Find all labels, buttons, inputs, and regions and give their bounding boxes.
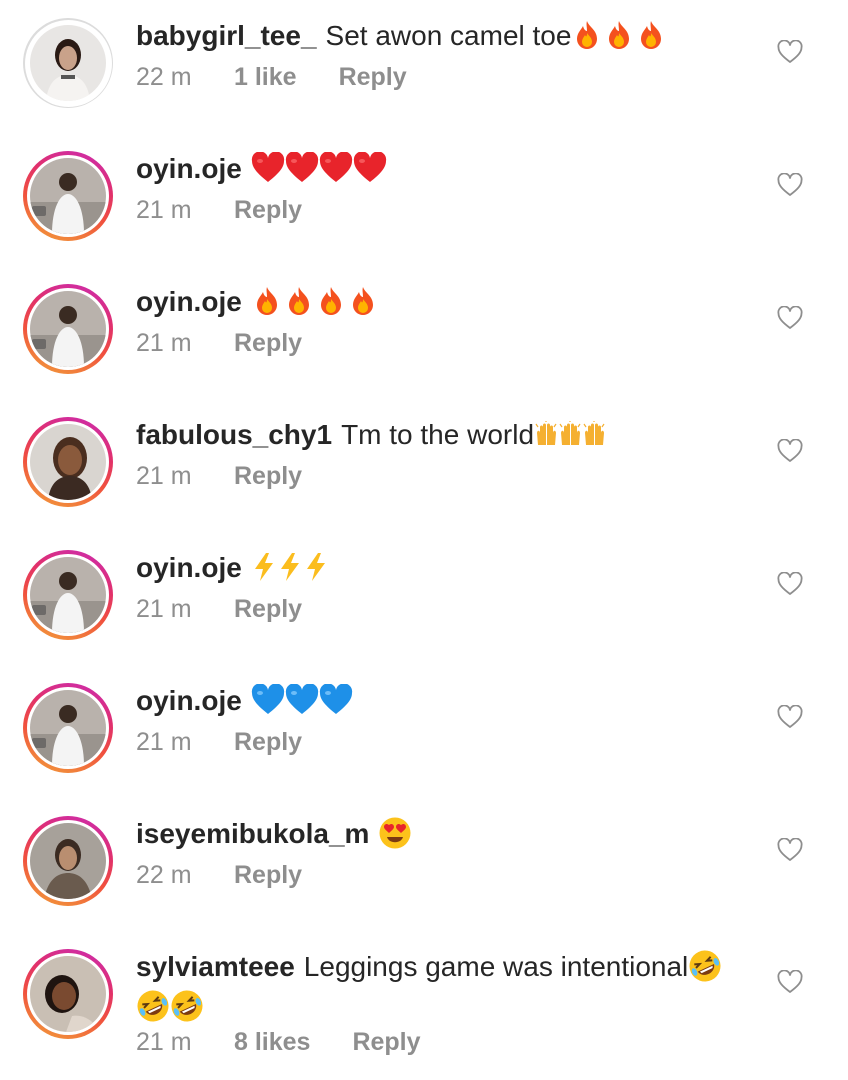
comment-timestamp: 21 m <box>136 728 192 756</box>
blue-heart-emoji <box>251 683 285 716</box>
comment-meta: 21 m 8 likes Reply <box>136 1027 421 1057</box>
avatar[interactable] <box>23 683 113 773</box>
blue-heart-emoji <box>319 683 353 716</box>
comment-timestamp: 21 m <box>136 595 192 623</box>
red-heart-emoji <box>319 151 353 184</box>
avatar[interactable] <box>23 417 113 507</box>
comment-body: iseyemibukola_m <box>136 816 736 852</box>
comment-text: Set awon camel toe <box>325 20 572 51</box>
avatar-image <box>30 690 106 766</box>
reply-button[interactable]: Reply <box>339 62 407 92</box>
heart-outline-icon[interactable] <box>777 838 805 864</box>
comment-timestamp: 21 m <box>136 462 192 490</box>
comment-timestamp: 22 m <box>136 861 192 889</box>
avatar[interactable] <box>23 18 113 108</box>
comment-meta: 22 m 1 like Reply <box>136 62 407 92</box>
reply-button[interactable]: Reply <box>234 594 302 624</box>
comment-meta: 21 m Reply <box>136 328 302 358</box>
reply-button[interactable]: Reply <box>234 328 302 358</box>
raising-hands-emoji <box>582 420 606 447</box>
comment-meta: 21 m Reply <box>136 727 302 757</box>
fire-emoji <box>283 285 315 317</box>
comment-meta: 22 m Reply <box>136 860 302 890</box>
fire-emoji <box>635 19 667 51</box>
blue-heart-emoji <box>285 683 319 716</box>
heart-outline-icon[interactable] <box>777 306 805 332</box>
heart-outline-icon[interactable] <box>777 705 805 731</box>
comment-text: Leggings game was intentional <box>303 951 689 982</box>
comment-meta: 21 m Reply <box>136 461 302 491</box>
heart-outline-icon[interactable] <box>777 40 805 66</box>
heart-eyes-emoji <box>378 816 412 850</box>
comment-timestamp: 21 m <box>136 196 192 224</box>
heart-outline-icon[interactable] <box>777 439 805 465</box>
comment-username[interactable]: oyin.oje <box>136 685 242 716</box>
reply-button[interactable]: Reply <box>234 195 302 225</box>
comment-like-count[interactable]: 1 like <box>234 62 297 92</box>
avatar-image <box>30 25 106 101</box>
heart-outline-icon[interactable] <box>777 572 805 598</box>
lightning-emoji <box>251 552 277 582</box>
avatar[interactable] <box>23 550 113 640</box>
reply-button[interactable]: Reply <box>234 860 302 890</box>
comment-timestamp: 21 m <box>136 329 192 357</box>
comment-body: sylviamteee Leggings game was intentional <box>136 949 736 985</box>
avatar[interactable] <box>23 284 113 374</box>
fire-emoji <box>315 285 347 317</box>
raising-hands-emoji <box>534 420 558 447</box>
fire-emoji <box>251 285 283 317</box>
avatar[interactable] <box>23 151 113 241</box>
red-heart-emoji <box>251 151 285 184</box>
rofl-emoji <box>136 989 170 1023</box>
reply-button[interactable]: Reply <box>234 727 302 757</box>
comment-timestamp: 21 m <box>136 1028 192 1056</box>
heart-outline-icon[interactable] <box>777 970 805 996</box>
comment-username[interactable]: babygirl_tee_ <box>136 20 317 51</box>
comment-body: oyin.oje <box>136 284 736 320</box>
comment-username[interactable]: oyin.oje <box>136 286 242 317</box>
raising-hands-emoji <box>558 420 582 447</box>
avatar-image <box>30 158 106 234</box>
avatar[interactable] <box>23 816 113 906</box>
comment-text: Tm to the world <box>341 419 535 450</box>
comment-username[interactable]: fabulous_chy1 <box>136 419 332 450</box>
comment-body: oyin.oje <box>136 683 736 719</box>
fire-emoji <box>603 19 635 51</box>
comment-body-continued <box>136 989 204 1025</box>
fire-emoji <box>571 19 603 51</box>
avatar[interactable] <box>23 949 113 1039</box>
comment-username[interactable]: oyin.oje <box>136 153 242 184</box>
avatar-image <box>30 291 106 367</box>
comment-like-count[interactable]: 8 likes <box>234 1027 310 1057</box>
heart-outline-icon[interactable] <box>777 173 805 199</box>
comment-meta: 21 m Reply <box>136 195 302 225</box>
rofl-emoji <box>170 989 204 1023</box>
rofl-emoji <box>688 949 722 983</box>
avatar-image <box>30 823 106 899</box>
fire-emoji <box>347 285 379 317</box>
red-heart-emoji <box>285 151 319 184</box>
comment-meta: 21 m Reply <box>136 594 302 624</box>
lightning-emoji <box>277 552 303 582</box>
avatar-image <box>30 424 106 500</box>
avatar-image <box>30 956 106 1032</box>
comment-body: oyin.oje <box>136 550 736 586</box>
lightning-emoji <box>303 552 329 582</box>
avatar-image <box>30 557 106 633</box>
comment-body: babygirl_tee_ Set awon camel toe <box>136 18 736 54</box>
comment-username[interactable]: oyin.oje <box>136 552 242 583</box>
comment-body: fabulous_chy1 Tm to the world <box>136 417 736 453</box>
comment-username[interactable]: sylviamteee <box>136 951 295 982</box>
comment-timestamp: 22 m <box>136 63 192 91</box>
red-heart-emoji <box>353 151 387 184</box>
reply-button[interactable]: Reply <box>234 461 302 491</box>
comment-username[interactable]: iseyemibukola_m <box>136 818 369 849</box>
reply-button[interactable]: Reply <box>352 1027 420 1057</box>
comment-body: oyin.oje <box>136 151 736 187</box>
